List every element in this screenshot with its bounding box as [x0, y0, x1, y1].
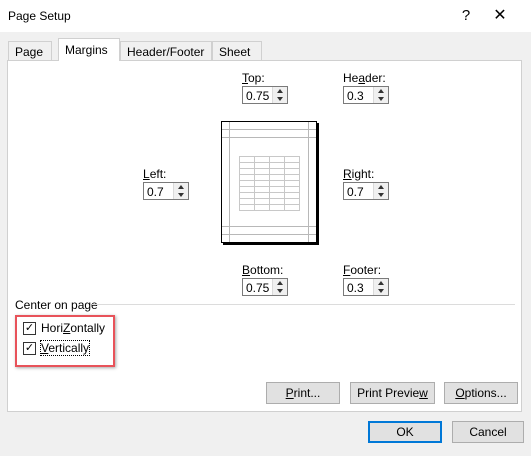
left-margin-spinner[interactable]: 0.7 [143, 182, 189, 200]
page-preview [221, 121, 317, 243]
horizontally-checkbox[interactable]: ✓ [23, 321, 36, 335]
down-arrow-icon [178, 193, 184, 197]
up-arrow-icon [378, 281, 384, 285]
down-arrow-icon [378, 193, 384, 197]
title-bar: Page Setup ? ✕ [0, 0, 531, 32]
footer-label: Footer: [343, 263, 382, 277]
footer-margin-value[interactable]: 0.3 [347, 281, 364, 295]
bottom-margin-value[interactable]: 0.75 [246, 281, 269, 295]
help-button[interactable]: ? [452, 3, 480, 29]
up-arrow-icon [378, 185, 384, 189]
page-preview-graphic [222, 122, 316, 242]
up-arrow-icon [277, 281, 283, 285]
down-arrow-icon [277, 289, 283, 293]
down-arrow-icon [277, 97, 283, 101]
print-button[interactable]: Print... [266, 382, 340, 404]
dialog-title: Page Setup [8, 9, 71, 23]
left-decrement-button[interactable] [174, 191, 188, 199]
close-button[interactable]: ✕ [486, 3, 514, 29]
left-label: Left: [143, 167, 167, 181]
bottom-decrement-button[interactable] [273, 287, 287, 295]
left-margin-value[interactable]: 0.7 [147, 185, 164, 199]
down-arrow-icon [378, 289, 384, 293]
center-on-page-label: Center on page [15, 298, 98, 312]
top-margin-spinner[interactable]: 0.75 [242, 86, 288, 104]
right-decrement-button[interactable] [374, 191, 388, 199]
tab-sheet[interactable]: Sheet [212, 41, 262, 61]
up-arrow-icon [378, 89, 384, 93]
bottom-label: Bottom: [242, 263, 284, 277]
up-arrow-icon [178, 185, 184, 189]
vertically-label[interactable]: Vertically [39, 340, 91, 356]
print-preview-button[interactable]: Print Preview [350, 382, 435, 404]
margins-panel: Top: 0.75 Header: 0.3 Left: 0.7 Right: 0… [7, 60, 522, 412]
header-label: Header: [343, 71, 386, 85]
bottom-margin-spinner[interactable]: 0.75 [242, 278, 288, 296]
vertically-option[interactable]: ✓ Vertically [23, 340, 91, 356]
right-margin-value[interactable]: 0.7 [347, 185, 364, 199]
header-margin-value[interactable]: 0.3 [347, 89, 364, 103]
options-button[interactable]: Options... [444, 382, 518, 404]
check-icon: ✓ [24, 321, 35, 334]
right-label: Right: [343, 167, 375, 181]
horizontally-option[interactable]: ✓ HoriZontally [23, 320, 105, 336]
cancel-button[interactable]: Cancel [452, 421, 524, 443]
header-decrement-button[interactable] [374, 95, 388, 103]
ok-button[interactable]: OK [368, 421, 442, 443]
top-margin-value[interactable]: 0.75 [246, 89, 269, 103]
horizontally-label[interactable]: HoriZontally [41, 321, 105, 335]
group-divider [92, 304, 515, 305]
footer-margin-spinner[interactable]: 0.3 [343, 278, 389, 296]
check-icon: ✓ [24, 341, 35, 354]
tab-page[interactable]: Page [8, 41, 52, 61]
header-margin-spinner[interactable]: 0.3 [343, 86, 389, 104]
vertically-checkbox[interactable]: ✓ [23, 341, 36, 355]
tab-margins[interactable]: Margins [58, 38, 120, 61]
top-label: Top: [242, 71, 265, 85]
top-decrement-button[interactable] [273, 95, 287, 103]
footer-decrement-button[interactable] [374, 287, 388, 295]
right-margin-spinner[interactable]: 0.7 [343, 182, 389, 200]
tab-header-footer[interactable]: Header/Footer [120, 41, 212, 61]
up-arrow-icon [277, 89, 283, 93]
down-arrow-icon [378, 97, 384, 101]
